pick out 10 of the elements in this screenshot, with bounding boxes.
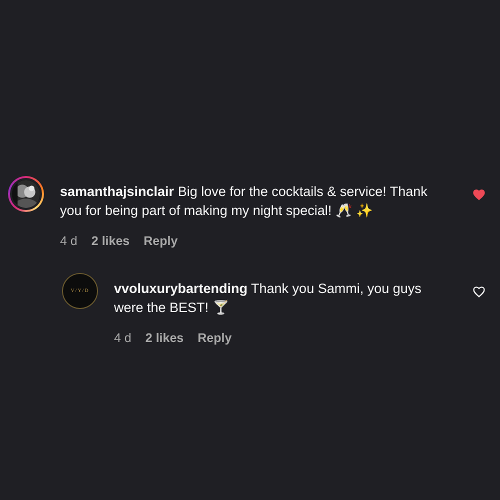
heart-icon[interactable] — [472, 285, 486, 299]
timestamp: 4 d — [60, 233, 78, 250]
comment-text: vvoluxurybartending Thank you Sammi, you guys were the BEST! 🍸 — [114, 280, 422, 317]
reply-link[interactable]: Reply — [144, 232, 178, 251]
timestamp: 4 d — [114, 330, 132, 347]
likes-link[interactable]: 2 likes — [91, 232, 130, 251]
avatar[interactable] — [8, 176, 44, 212]
reply-link[interactable]: Reply — [198, 329, 232, 348]
likes-link[interactable]: 2 likes — [145, 329, 184, 348]
comment-text: samanthajsinclair Big love for the cocktails & service! Thank you for being part of making my night special! 🥂 ✨ — [60, 183, 428, 220]
